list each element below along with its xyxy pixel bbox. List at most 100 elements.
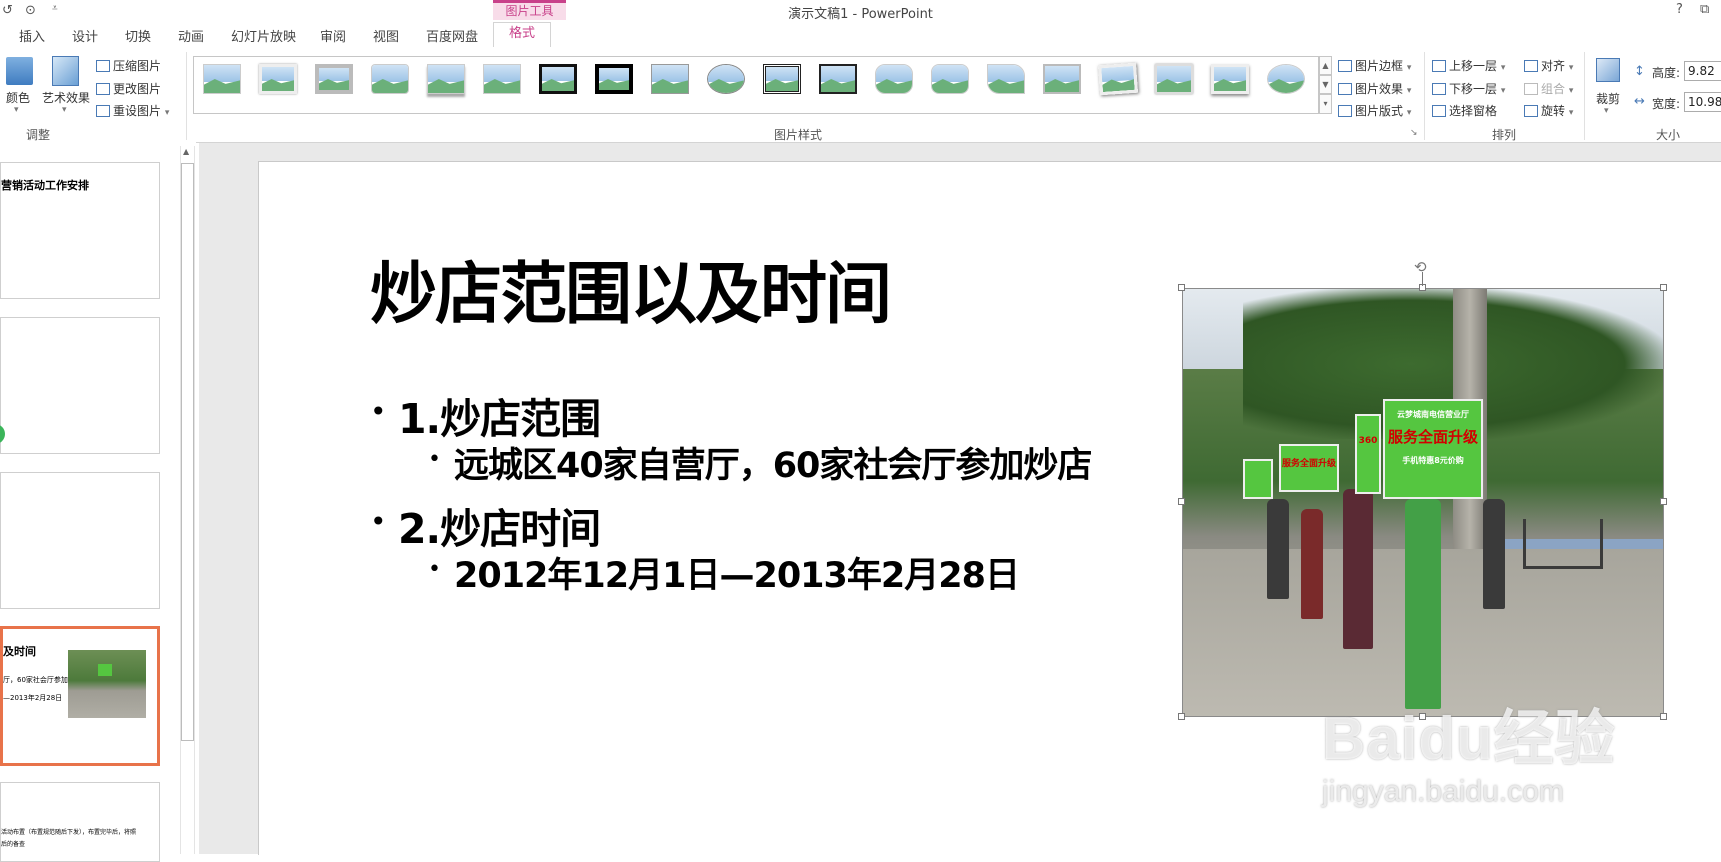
picture-person bbox=[1405, 499, 1441, 709]
slide-thumbnail-4-selected[interactable]: 及时间 厅，60家社会厅参加炒店 —2013年2月28日 bbox=[0, 626, 160, 766]
crop-button-label[interactable]: 裁剪 bbox=[1596, 90, 1620, 107]
picture-person bbox=[1343, 489, 1373, 649]
gallery-scroll-up[interactable]: ▲ bbox=[1319, 56, 1332, 75]
picture-style-option-19[interactable] bbox=[1211, 64, 1249, 94]
slide-thumbnail-5[interactable]: 活动布置（布置规范随后下发），布置完毕后，将照 后的备查 bbox=[0, 782, 160, 862]
height-input[interactable]: 9.82 厘 bbox=[1684, 61, 1721, 81]
picture-style-option-15[interactable] bbox=[987, 64, 1025, 94]
style-preview-sky bbox=[876, 65, 912, 82]
color-dropdown-icon[interactable]: ▾ bbox=[14, 105, 19, 115]
help-button[interactable]: ? bbox=[1676, 2, 1683, 17]
resize-handle[interactable] bbox=[1660, 284, 1667, 291]
picture-style-option-14[interactable] bbox=[931, 64, 969, 94]
bullet-level2[interactable]: 远城区40家自营厅，60家社会厅参加炒店 bbox=[454, 437, 1092, 488]
reset-picture-button[interactable]: 重设图片 ▾ bbox=[96, 102, 169, 119]
picture-style-option-13[interactable] bbox=[875, 64, 913, 94]
picture-style-option-20[interactable] bbox=[1267, 64, 1305, 94]
sign-text: 云梦城南电信营业厅 bbox=[1397, 410, 1469, 419]
picture-style-option-2[interactable] bbox=[259, 64, 297, 94]
style-preview-sky bbox=[1268, 65, 1304, 82]
slide-thumbnail-2[interactable] bbox=[0, 317, 160, 454]
change-picture-button[interactable]: 更改图片 bbox=[96, 80, 161, 97]
send-backward-label: 下移一层 bbox=[1449, 82, 1498, 96]
send-backward-button[interactable]: 下移一层 ▾ bbox=[1432, 80, 1505, 97]
tab-format[interactable]: 格式 bbox=[493, 22, 551, 48]
selection-pane-button[interactable]: 选择窗格 bbox=[1432, 102, 1497, 119]
tab-review[interactable]: 审阅 bbox=[320, 26, 346, 45]
rotate-handle-icon[interactable]: ⟲ bbox=[1414, 258, 1427, 276]
rotate-button[interactable]: 旋转 ▾ bbox=[1524, 102, 1573, 119]
picture-style-option-12[interactable] bbox=[819, 64, 857, 94]
picture-style-option-9[interactable] bbox=[651, 64, 689, 94]
bullet-glyph: • bbox=[370, 395, 387, 428]
picture-style-option-17[interactable] bbox=[1097, 62, 1139, 96]
baidu-watermark-logo: Baidu经验 bbox=[1322, 705, 1616, 772]
slide-thumbnail-1[interactable]: 营销活动工作安排 bbox=[0, 162, 160, 299]
gallery-scroll-down[interactable]: ▼ bbox=[1319, 75, 1332, 94]
slide-thumbnail-text: —2013年2月28日 bbox=[3, 694, 63, 702]
scrollbar-thumb[interactable] bbox=[181, 163, 194, 741]
send-backward-icon bbox=[1432, 83, 1446, 95]
picture-style-option-3[interactable] bbox=[315, 64, 353, 94]
bullet-level1[interactable]: 2.炒店时间 bbox=[398, 495, 601, 555]
tab-animations[interactable]: 动画 bbox=[178, 26, 204, 45]
resize-handle[interactable] bbox=[1178, 284, 1185, 291]
tab-insert[interactable]: 插入 bbox=[19, 26, 45, 45]
slide-title[interactable]: 炒店范围以及时间 bbox=[370, 240, 892, 337]
artistic-effects-button-label[interactable]: 艺术效果 bbox=[42, 89, 90, 106]
align-icon bbox=[1524, 60, 1538, 72]
bullet-level2[interactable]: 2012年12月1日—2013年2月28日 bbox=[454, 547, 1020, 598]
bring-forward-button[interactable]: 上移一层 ▾ bbox=[1432, 57, 1505, 74]
selected-picture[interactable]: 服务全面升级 360 云梦城南电信营业厅 服务全面升级 手机特惠8元价购 bbox=[1182, 288, 1664, 717]
bullet-level1[interactable]: 1.炒店范围 bbox=[398, 385, 601, 445]
resize-handle[interactable] bbox=[1178, 713, 1185, 720]
align-button[interactable]: 对齐 ▾ bbox=[1524, 57, 1573, 74]
scroll-up-arrow-icon[interactable]: ▲ bbox=[183, 147, 189, 156]
picture-style-option-5[interactable] bbox=[427, 64, 465, 94]
picture-effects-button[interactable]: 图片效果 ▾ bbox=[1338, 80, 1411, 97]
group-separator bbox=[1584, 52, 1585, 140]
picture-style-option-8[interactable] bbox=[595, 64, 633, 94]
picture-style-option-6[interactable] bbox=[483, 64, 521, 94]
color-icon bbox=[6, 57, 33, 85]
picture-cart bbox=[1523, 519, 1603, 569]
artistic-dropdown-icon[interactable]: ▾ bbox=[62, 105, 67, 115]
align-label: 对齐 bbox=[1541, 59, 1566, 73]
artistic-effects-icon bbox=[52, 56, 79, 86]
tab-transitions[interactable]: 切换 bbox=[125, 26, 151, 45]
width-input[interactable]: 10.98 bbox=[1684, 92, 1721, 112]
rotate-icon bbox=[1524, 105, 1538, 117]
picture-styles-gallery[interactable] bbox=[193, 56, 1319, 114]
color-button-label[interactable]: 颜色 bbox=[6, 89, 30, 106]
group-icon bbox=[1524, 83, 1538, 95]
resize-handle[interactable] bbox=[1178, 498, 1185, 505]
picture-border-button[interactable]: 图片边框 ▾ bbox=[1338, 57, 1411, 74]
resize-handle[interactable] bbox=[1660, 713, 1667, 720]
tab-baidu-netdisk[interactable]: 百度网盘 bbox=[426, 26, 478, 45]
change-picture-label: 更改图片 bbox=[113, 82, 162, 96]
picture-style-option-7[interactable] bbox=[539, 64, 577, 94]
tab-design[interactable]: 设计 bbox=[72, 26, 98, 45]
gallery-more-button[interactable]: ▾ bbox=[1319, 94, 1332, 114]
green-marker-icon bbox=[0, 424, 5, 444]
width-icon: ↔ bbox=[1634, 94, 1645, 109]
slide-thumbnail-3[interactable] bbox=[0, 472, 160, 609]
picture-styles-dialog-launcher-icon[interactable]: ↘ bbox=[1410, 128, 1418, 138]
picture-style-option-11[interactable] bbox=[763, 64, 801, 94]
crop-dropdown-icon[interactable]: ▾ bbox=[1604, 106, 1609, 116]
picture-style-option-10[interactable] bbox=[707, 64, 745, 94]
tab-slideshow[interactable]: 幻灯片放映 bbox=[231, 26, 296, 45]
picture-person bbox=[1301, 509, 1323, 619]
picture-style-option-16[interactable] bbox=[1043, 64, 1081, 94]
ribbon-display-options-icon[interactable]: ⧉ bbox=[1700, 2, 1709, 17]
tab-view[interactable]: 视图 bbox=[373, 26, 399, 45]
resize-handle[interactable] bbox=[1660, 498, 1667, 505]
picture-style-option-4[interactable] bbox=[371, 64, 409, 94]
picture-style-option-1[interactable] bbox=[203, 64, 241, 94]
picture-layout-button[interactable]: 图片版式 ▾ bbox=[1338, 102, 1411, 119]
compress-pictures-button[interactable]: 压缩图片 bbox=[96, 57, 161, 74]
style-preview-sky bbox=[542, 67, 574, 82]
style-preview-sky bbox=[1101, 65, 1135, 83]
picture-style-option-18[interactable] bbox=[1155, 64, 1193, 94]
group-button[interactable]: 组合 ▾ bbox=[1524, 80, 1573, 97]
